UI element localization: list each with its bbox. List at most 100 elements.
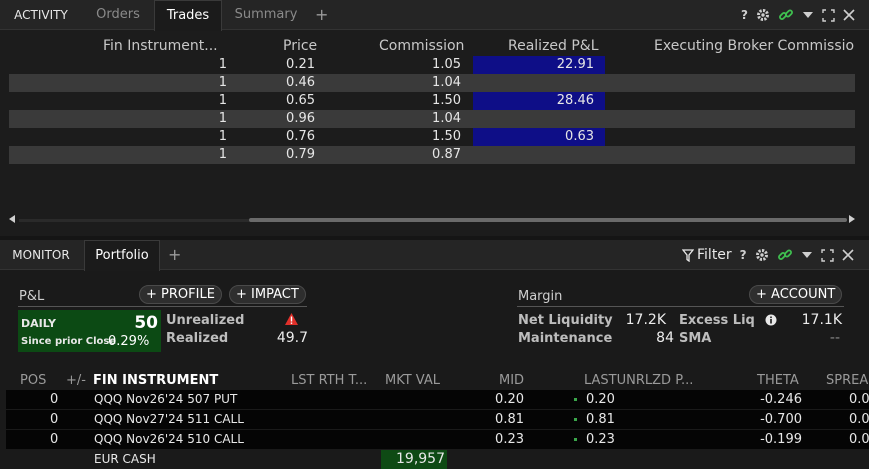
- trade-qty: 1: [218, 75, 227, 90]
- gear-icon[interactable]: [756, 8, 770, 22]
- trade-realized: 28.46: [556, 93, 594, 108]
- position-instrument[interactable]: QQQ Nov26'24 507 PUT: [94, 390, 237, 409]
- col-header-price[interactable]: Price: [283, 38, 317, 54]
- close-icon[interactable]: [843, 9, 855, 21]
- position-theta: -0.199: [760, 432, 802, 447]
- maximize-icon[interactable]: [820, 248, 834, 262]
- col-header-pos[interactable]: POS: [20, 373, 46, 388]
- activity-toolbar: ?: [741, 6, 855, 24]
- trade-commission: 1.04: [432, 111, 461, 126]
- maximize-icon[interactable]: [822, 8, 835, 22]
- col-header-lst-rth[interactable]: LST RTH T...: [291, 373, 367, 388]
- col-header-instrument[interactable]: Fin Instrument...: [103, 38, 218, 54]
- position-pos: 0: [50, 412, 59, 427]
- position-row[interactable]: 0 QQQ Nov26'24 510 CALL 0.23 0.23 -0.199…: [6, 430, 869, 449]
- trade-qty: 1: [218, 129, 227, 144]
- trade-row[interactable]: 1 0.76 1.50 0.63: [9, 128, 855, 146]
- trade-price: 0.21: [286, 57, 315, 72]
- position-row[interactable]: 0 QQQ Nov26'24 507 PUT 0.20 0.20 -0.246 …: [6, 390, 869, 409]
- tick-indicator: [574, 418, 577, 421]
- cash-row[interactable]: EUR CASH 19,957: [0, 450, 869, 469]
- scroll-left-icon[interactable]: [9, 215, 15, 223]
- trade-row[interactable]: 1 0.46 1.04: [9, 74, 855, 92]
- help-icon[interactable]: ?: [741, 8, 748, 22]
- link-icon[interactable]: [778, 7, 794, 23]
- net-liquidity-value: 17.2K: [625, 312, 666, 328]
- pnl-divider: [18, 306, 307, 307]
- filter-button[interactable]: Filter: [682, 247, 732, 263]
- trade-realized: 0.63: [565, 129, 594, 144]
- position-pos: 0: [50, 392, 59, 407]
- account-button-label: ACCOUNT: [771, 287, 836, 302]
- profile-button[interactable]: + PROFILE: [139, 285, 222, 304]
- margin-title: Margin: [518, 289, 563, 304]
- net-liquidity-label: Net Liquidity: [518, 313, 613, 328]
- tab-trades[interactable]: Trades: [154, 0, 222, 31]
- position-instrument[interactable]: QQQ Nov26'24 510 CALL: [94, 430, 244, 449]
- info-icon[interactable]: [765, 314, 777, 326]
- col-header-exec-broker[interactable]: Executing Broker Commissio: [654, 38, 854, 54]
- warning-icon[interactable]: [284, 312, 299, 326]
- filter-icon: [682, 248, 694, 262]
- monitor-tabbar: MONITOR Portfolio + Filter ?: [0, 240, 869, 271]
- position-row[interactable]: 0 QQQ Nov27'24 511 CALL 0.81 0.81 -0.700…: [6, 410, 869, 429]
- dropdown-icon[interactable]: [802, 10, 814, 20]
- trade-realized: [529, 146, 594, 164]
- sma-label: SMA: [679, 331, 712, 346]
- position-pos: 0: [50, 432, 59, 447]
- trade-row[interactable]: 1 0.96 1.04: [9, 110, 855, 128]
- trade-commission: 1.05: [432, 57, 461, 72]
- pnl-title: P&L: [19, 289, 45, 304]
- link-icon[interactable]: [777, 247, 793, 263]
- col-header-plusminus[interactable]: +/-: [66, 373, 86, 388]
- account-button[interactable]: + ACCOUNT: [749, 285, 843, 304]
- margin-divider: [517, 306, 844, 307]
- sma-value: --: [829, 330, 840, 346]
- position-spread: 0.0: [849, 392, 869, 407]
- col-header-commission[interactable]: Commission: [379, 38, 464, 54]
- trade-price: 0.79: [286, 147, 315, 162]
- col-header-realized-pnl[interactable]: Realized P&L: [508, 38, 599, 54]
- position-instrument[interactable]: QQQ Nov27'24 511 CALL: [94, 410, 244, 429]
- trade-price: 0.65: [286, 93, 315, 108]
- trade-row[interactable]: 1 0.21 1.05 22.91: [9, 56, 855, 74]
- position-last: 0.20: [586, 392, 615, 407]
- cash-value: 19,957: [396, 451, 445, 467]
- col-header-theta[interactable]: THETA: [757, 373, 799, 388]
- since-prior-close-label: Since prior Close: [21, 336, 117, 347]
- close-icon[interactable]: [842, 249, 854, 261]
- trade-commission: 0.87: [432, 147, 461, 162]
- position-last: 0.23: [586, 432, 615, 447]
- add-tab-icon[interactable]: +: [168, 240, 181, 270]
- col-header-instrument[interactable]: FIN INSTRUMENT: [93, 373, 218, 388]
- trade-row[interactable]: 1 0.79 0.87: [9, 146, 855, 164]
- help-icon[interactable]: ?: [740, 248, 747, 262]
- position-last: 0.81: [586, 412, 615, 427]
- monitor-toolbar: Filter ?: [682, 246, 854, 264]
- col-header-last-unrlzd[interactable]: LASTUNRLZD P...: [584, 373, 693, 388]
- col-header-mkt-val[interactable]: MKT VAL: [385, 373, 440, 388]
- impact-button[interactable]: + IMPACT: [229, 285, 306, 304]
- daily-value: 50: [134, 313, 158, 333]
- tab-summary[interactable]: Summary: [222, 0, 310, 30]
- scroll-right-icon[interactable]: [849, 215, 855, 223]
- trade-row[interactable]: 1 0.65 1.50 28.46: [9, 92, 855, 110]
- cash-value-cell: 19,957: [381, 450, 447, 469]
- col-header-mid[interactable]: MID: [499, 373, 524, 388]
- maintenance-value: 84: [656, 330, 674, 346]
- gear-icon[interactable]: [755, 248, 769, 262]
- trade-commission: 1.50: [432, 129, 461, 144]
- add-tab-icon[interactable]: +: [315, 0, 328, 30]
- tab-portfolio[interactable]: Portfolio: [84, 240, 160, 271]
- dropdown-icon[interactable]: [801, 250, 813, 260]
- trade-realized: [529, 74, 594, 92]
- trade-qty: 1: [218, 93, 227, 108]
- col-header-spread[interactable]: SPREA: [826, 373, 868, 388]
- horizontal-scrollbar[interactable]: [9, 215, 855, 225]
- tab-orders[interactable]: Orders: [82, 0, 154, 30]
- profile-button-label: PROFILE: [161, 287, 215, 302]
- scroll-thumb[interactable]: [249, 218, 847, 222]
- trade-qty: 1: [218, 111, 227, 126]
- position-mid: 0.23: [495, 432, 524, 447]
- trade-commission: 1.50: [432, 93, 461, 108]
